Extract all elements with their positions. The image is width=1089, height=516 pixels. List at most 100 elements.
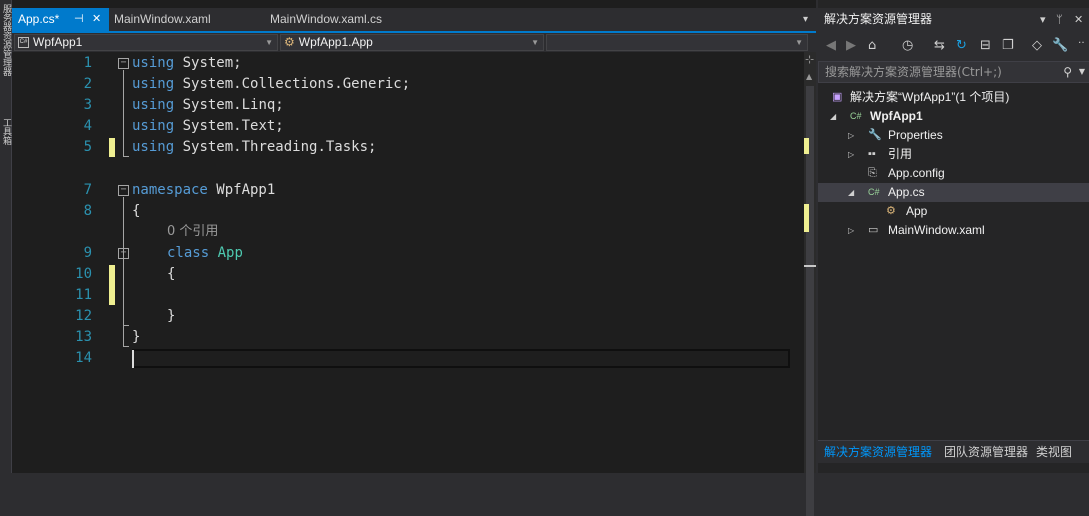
forward-icon[interactable]: ▶ — [846, 38, 856, 53]
project-combo[interactable]: C# WpfApp1 ▼ — [14, 34, 278, 51]
collapsed-arrow-icon[interactable]: ▷ — [848, 221, 854, 240]
class-icon: ⚙ — [886, 205, 896, 217]
collapse-icon[interactable]: − — [118, 185, 129, 196]
panel-title: 解决方案资源管理器 — [824, 12, 933, 26]
more-icon[interactable]: ‥ — [1078, 33, 1085, 48]
tab-list-dropdown-icon[interactable]: ▾ — [803, 8, 808, 31]
chevron-down-icon: ▼ — [795, 38, 803, 47]
tab-label: App.cs* — [18, 12, 60, 26]
code-editor[interactable]: 1 2 3 4 5 7 8 9 10 11 12 13 14 − − − usi… — [12, 52, 804, 473]
solution-explorer-panel: 解决方案资源管理器 ▾ ᛘ ✕ ◀ ▶ ⌂ ◷ ⇆ ↻ ⊟ ❐ ◇ 🔧 ‥ 搜索… — [816, 0, 1089, 473]
back-icon[interactable]: ◀ — [826, 38, 836, 53]
tab-mainwindow-xaml[interactable]: MainWindow.xaml — [108, 8, 258, 31]
view-code-icon[interactable]: ◇ — [1032, 38, 1042, 53]
references-icon: ▪▪ — [868, 148, 876, 160]
config-icon: ⎘ — [868, 167, 877, 179]
text-caret — [132, 350, 134, 368]
server-explorer-tab[interactable]: 服务器资源管理器 — [1, 4, 11, 76]
line-number: 9 — [83, 245, 92, 261]
tab-solution-explorer[interactable]: 解决方案资源管理器 — [820, 441, 936, 464]
document-tab-bar: App.cs* ⊣ ✕ MainWindow.xaml MainWindow.x… — [12, 8, 816, 31]
outline-guide — [123, 260, 124, 326]
tab-mainwindow-xaml-cs[interactable]: MainWindow.xaml.cs — [264, 8, 424, 31]
expanded-arrow-icon[interactable]: ◢ — [830, 107, 836, 126]
pin-icon[interactable]: ᛘ — [1056, 8, 1063, 31]
solution-search-input[interactable]: 搜索解决方案资源管理器(Ctrl+;) ⚲ ▼ — [818, 61, 1089, 83]
close-icon[interactable]: ✕ — [1074, 8, 1083, 31]
properties-wrench-icon[interactable]: 🔧 — [1052, 38, 1068, 53]
line-number: 12 — [75, 308, 92, 324]
collapsed-arrow-icon[interactable]: ▷ — [848, 126, 854, 145]
chevron-down-icon: ▼ — [265, 38, 273, 47]
tab-app-cs[interactable]: App.cs* ⊣ ✕ — [12, 8, 109, 31]
history-icon[interactable]: ◷ — [902, 38, 913, 53]
line-number: 4 — [83, 118, 92, 134]
wrench-icon: 🔧 — [868, 129, 882, 141]
outline-guide-end — [123, 346, 129, 347]
tree-node-app-cs[interactable]: ◢ C# App.cs — [818, 183, 1089, 202]
collapsed-arrow-icon[interactable]: ▷ — [848, 145, 854, 164]
pin-icon[interactable]: ⊣ — [74, 8, 84, 31]
codelens-references[interactable]: 0 个引用 — [167, 221, 218, 242]
tree-node-app-class[interactable]: ⚙ App — [818, 202, 1089, 221]
line-number: 3 — [83, 97, 92, 113]
editor-area: App.cs* ⊣ ✕ MainWindow.xaml MainWindow.x… — [12, 0, 816, 516]
tree-node-solution[interactable]: ▣ 解决方案“WpfApp1”(1 个项目) — [818, 88, 1089, 107]
change-marker — [109, 138, 115, 157]
home-icon[interactable]: ⌂ — [868, 38, 876, 53]
code-line: using System.Linq; — [132, 97, 284, 113]
sync-icon[interactable]: ⇆ — [934, 38, 945, 53]
panel-menu-icon[interactable]: ▾ — [1040, 8, 1046, 31]
tree-node-app-config[interactable]: ⎘ App.config — [818, 164, 1089, 183]
change-marker — [109, 265, 115, 305]
collapse-all-icon[interactable]: ⊟ — [980, 38, 991, 53]
csharp-project-icon: C# — [18, 37, 29, 49]
expanded-arrow-icon[interactable]: ◢ — [848, 183, 854, 202]
split-editor-icon[interactable]: ⊹ — [805, 54, 814, 65]
csharp-project-icon: C# — [850, 111, 862, 121]
code-line: { — [167, 266, 176, 282]
solution-tree: ▣ 解决方案“WpfApp1”(1 个项目) ◢ C# WpfApp1 ▷ 🔧 … — [818, 86, 1089, 436]
tab-class-view[interactable]: 类视图 — [1032, 441, 1076, 464]
tree-node-references[interactable]: ▷ ▪▪ 引用 — [818, 145, 1089, 164]
collapse-icon[interactable]: − — [118, 58, 129, 69]
code-line: { — [132, 203, 141, 219]
code-line: namespace WpfApp1 — [132, 182, 276, 198]
left-tool-strip: 服务器资源管理器 工具箱 — [0, 0, 12, 473]
close-icon[interactable]: ✕ — [92, 8, 101, 31]
member-combo[interactable]: ▼ — [546, 34, 808, 51]
tree-node-mainwindow-xaml[interactable]: ▷ ▭ MainWindow.xaml — [818, 221, 1089, 240]
code-line: } — [167, 308, 176, 324]
panel-title-bar: 解决方案资源管理器 ▾ ᛘ ✕ — [818, 8, 1089, 31]
refresh-icon[interactable]: ↻ — [956, 38, 967, 53]
outline-guide-end — [123, 325, 129, 326]
search-icon[interactable]: ⚲ — [1063, 62, 1072, 82]
scroll-up-icon[interactable]: ▲ — [806, 72, 812, 81]
tab-team-explorer[interactable]: 团队资源管理器 — [940, 441, 1032, 464]
vertical-scrollbar[interactable]: ⊹ ▲ — [804, 52, 816, 516]
outline-guide — [123, 70, 124, 157]
line-number: 13 — [75, 329, 92, 345]
solution-icon: ▣ — [832, 91, 843, 103]
toolbox-tab[interactable]: 工具箱 — [1, 118, 11, 145]
code-line: class App — [167, 245, 243, 261]
line-number: 10 — [75, 266, 92, 282]
tree-node-properties[interactable]: ▷ 🔧 Properties — [818, 126, 1089, 145]
tree-node-project[interactable]: ◢ C# WpfApp1 — [818, 107, 1089, 126]
line-number: 8 — [83, 203, 92, 219]
chevron-down-icon[interactable]: ▼ — [1079, 62, 1085, 82]
line-number: 5 — [83, 139, 92, 155]
show-all-files-icon[interactable]: ❐ — [1002, 38, 1014, 53]
tab-label: MainWindow.xaml.cs — [270, 12, 383, 26]
chevron-down-icon: ▼ — [531, 38, 539, 47]
explorer-toolbar: ◀ ▶ ⌂ ◷ ⇆ ↻ ⊟ ❐ ◇ 🔧 ‥ — [818, 31, 1089, 61]
line-number: 1 — [83, 55, 92, 71]
collapse-icon[interactable]: − — [118, 248, 129, 259]
code-line: } — [132, 329, 141, 345]
csharp-file-icon: C# — [868, 187, 880, 197]
type-combo[interactable]: ⚙ WpfApp1.App ▼ — [280, 34, 544, 51]
code-line: using System.Threading.Tasks; — [132, 139, 377, 155]
scroll-change-marker — [804, 138, 809, 154]
code-line: using System; — [132, 55, 242, 71]
xaml-file-icon: ▭ — [868, 224, 879, 236]
